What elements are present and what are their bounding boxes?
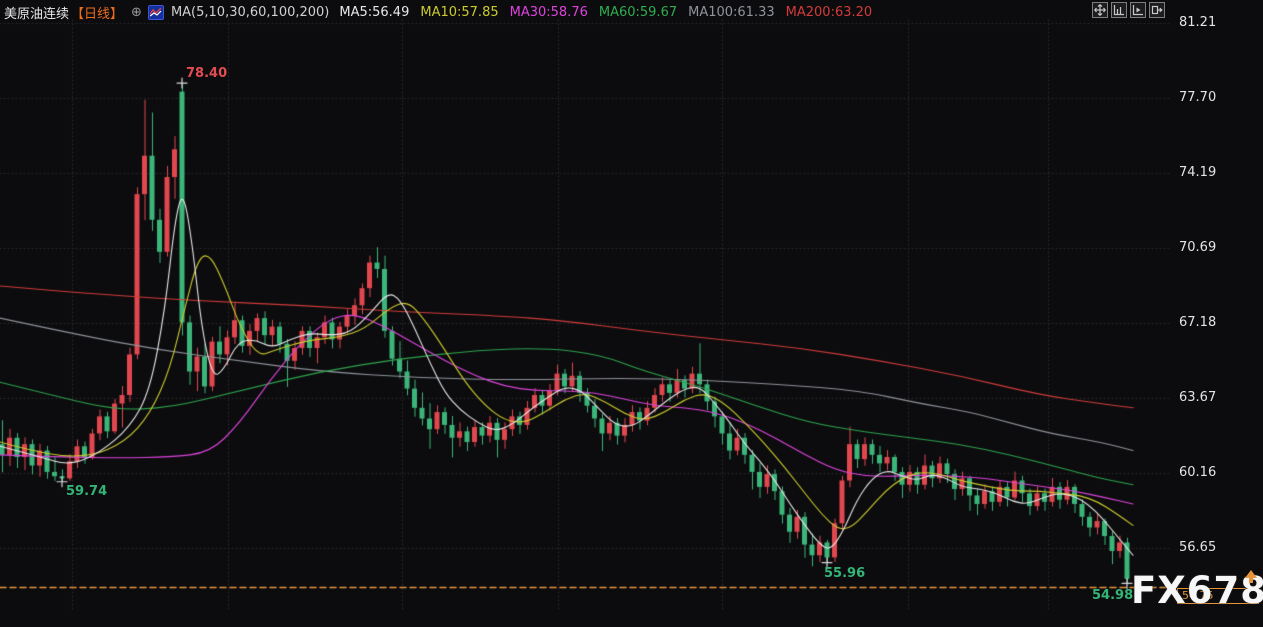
indicator-chart-icon[interactable] [148, 5, 164, 20]
chart-header: 美原油连续 【日线】 ⊕ MA(5,10,30,60,100,200) MA5:… [4, 3, 872, 21]
latest-price-arrow-icon[interactable] [1243, 569, 1259, 589]
high-price-annotation: 78.40 [186, 66, 227, 81]
axis-label: 63.67 [1179, 390, 1216, 405]
trading-chart-window: 美原油连续 【日线】 ⊕ MA(5,10,30,60,100,200) MA5:… [0, 0, 1263, 627]
low-price-annotation: 59.74 [66, 484, 107, 499]
axis-label: 77.70 [1179, 90, 1216, 105]
export-icon[interactable] [1149, 2, 1165, 18]
period-label[interactable]: 【日线】 [71, 3, 123, 22]
ma200-readout: MA200:63.20 [786, 5, 873, 20]
ma100-readout: MA100:61.33 [688, 5, 775, 20]
chart-toolbar [1092, 2, 1165, 18]
add-compare-icon[interactable]: ⊕ [131, 5, 142, 20]
axis-label: 56.65 [1179, 540, 1216, 555]
axis-label: 70.69 [1179, 240, 1216, 255]
ma-params-label: MA(5,10,30,60,100,200) [171, 5, 329, 20]
axis-label: 67.18 [1179, 315, 1216, 330]
pan-icon[interactable] [1092, 2, 1108, 18]
playback-icon[interactable] [1130, 2, 1146, 18]
ma10-readout: MA10:57.85 [420, 5, 498, 20]
candlestick-chart-canvas[interactable] [0, 0, 1263, 627]
axis-label: 74.19 [1179, 165, 1216, 180]
ma60-readout: MA60:59.67 [599, 5, 677, 20]
instrument-title: 美原油连续 [4, 3, 69, 22]
axis-label: 81.21 [1179, 15, 1216, 30]
low-price-annotation: 54.98 [1092, 588, 1133, 603]
ma5-readout: MA5:56.49 [339, 5, 409, 20]
low-price-annotation: 55.96 [824, 566, 865, 581]
ma30-readout: MA30:58.76 [510, 5, 588, 20]
axis-scale-icon[interactable] [1111, 2, 1127, 18]
axis-label: 60.16 [1179, 465, 1216, 480]
